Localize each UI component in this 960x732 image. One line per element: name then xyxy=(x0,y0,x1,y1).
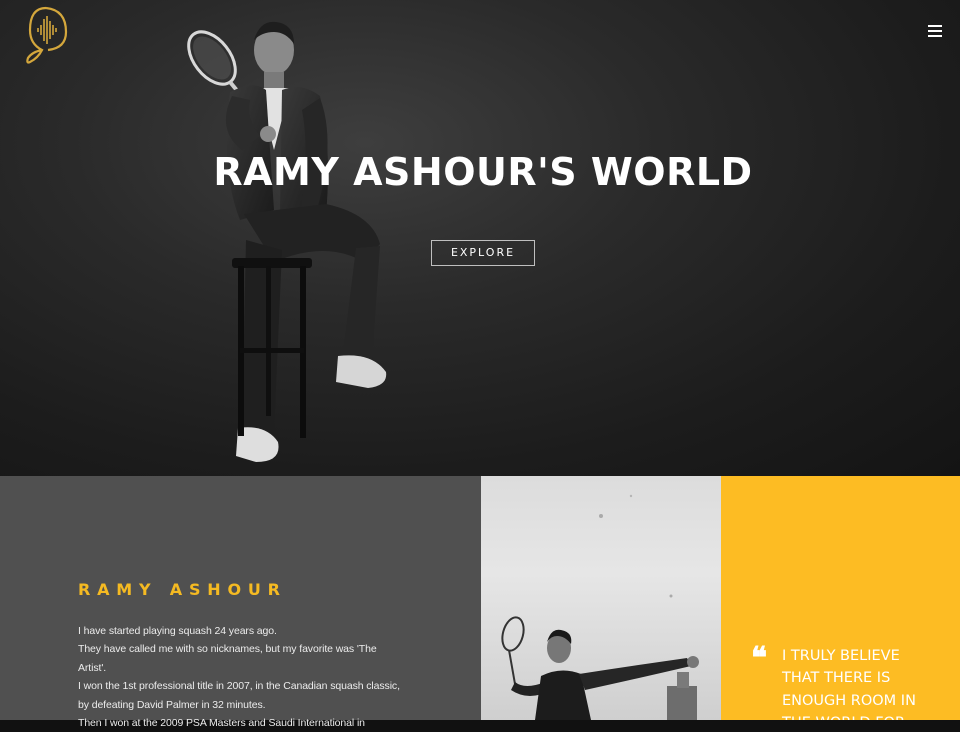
quote-line: THE WORLD FOR xyxy=(782,712,952,720)
quote-line: THAT THERE IS xyxy=(782,670,891,687)
quote-icon: ❝ xyxy=(751,641,768,676)
hero-title: RAMY ASHOUR'S WORLD xyxy=(213,150,753,194)
bio-line: Then I won at the 2009 PSA Masters and S… xyxy=(78,717,365,730)
hero-section: RAMY ASHOUR'S WORLD EXPLORE xyxy=(0,0,960,476)
bio-line: Artist'. xyxy=(78,661,107,674)
quote-line: I TRULY BELIEVE xyxy=(782,648,900,664)
bio-section: RAMY ASHOUR I have started playing squas… xyxy=(0,476,481,729)
bio-text: I have started playing squash 24 years a… xyxy=(78,622,418,732)
bio-heading: RAMY ASHOUR xyxy=(78,580,287,599)
quote-line: ENOUGH ROOM IN xyxy=(782,692,916,709)
bio-line: They have called me with so nicknames, b… xyxy=(78,643,377,656)
bio-line: I have started playing squash 24 years a… xyxy=(78,625,277,637)
logo[interactable] xyxy=(22,4,72,66)
action-photo xyxy=(481,476,721,720)
signature-microphone-logo-icon xyxy=(26,6,68,64)
quote-text: I TRULY BELIEVE THAT THERE IS ENOUGH ROO… xyxy=(782,645,952,720)
jumping-player-photo xyxy=(501,494,699,720)
explore-button[interactable]: EXPLORE xyxy=(431,240,535,266)
bio-line: I won the 1st professional title in 2007… xyxy=(78,680,400,693)
bio-line: by defeating David Palmer in 32 minutes. xyxy=(78,698,266,711)
quote-section: ❝ I TRULY BELIEVE THAT THERE IS ENOUGH R… xyxy=(721,476,960,720)
hero-portrait-photo xyxy=(187,21,387,462)
menu-button[interactable] xyxy=(922,18,948,44)
